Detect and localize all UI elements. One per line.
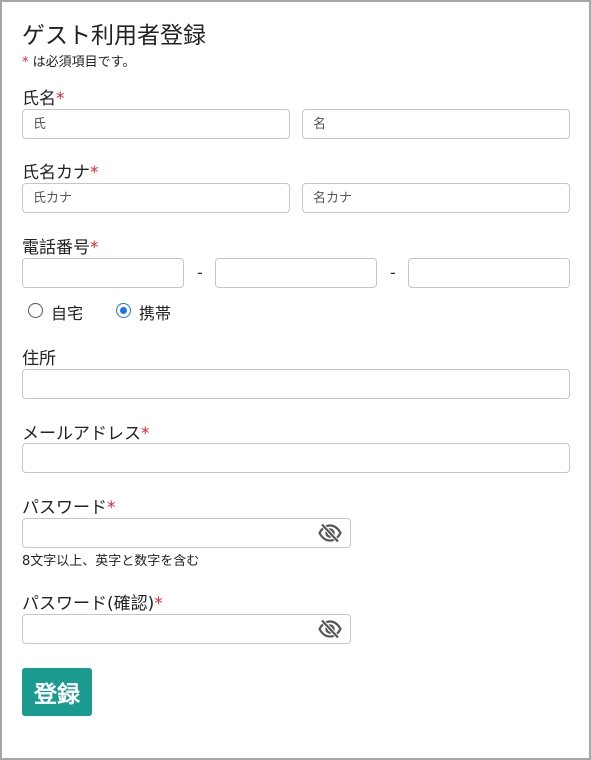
name-label-text: 氏名 [22, 89, 56, 109]
required-mark: * [154, 594, 163, 614]
password-input[interactable] [22, 518, 351, 548]
required-note: * は必須項目です。 [22, 51, 135, 70]
email-label: メールアドレス* [22, 419, 150, 444]
phone-part3-input[interactable] [408, 258, 570, 288]
phone-separator: - [197, 263, 203, 282]
phone-label: 電話番号* [22, 233, 99, 258]
required-mark: * [141, 424, 150, 444]
radio-home-label: 自宅 [51, 304, 84, 323]
kana-label-text: 氏名カナ [22, 163, 90, 183]
submit-button[interactable]: 登録 [22, 668, 92, 716]
page-title: ゲスト利用者登録 [22, 23, 206, 49]
password-confirm-label-text: パスワード(確認) [22, 594, 155, 614]
kana-label: 氏名カナ* [22, 158, 99, 183]
name-label: 氏名* [22, 84, 65, 109]
password-label: パスワード* [22, 493, 116, 518]
required-note-text: は必須項目です。 [32, 55, 136, 70]
password-confirm-input[interactable] [22, 614, 351, 644]
radio-mobile-label: 携帯 [139, 304, 172, 323]
eye-slash-icon[interactable] [317, 523, 343, 543]
address-input[interactable] [22, 369, 570, 399]
eye-slash-icon[interactable] [317, 619, 343, 639]
required-mark: * [22, 55, 29, 70]
phone-separator: - [390, 263, 396, 282]
required-mark: * [56, 89, 65, 109]
registration-form: ゲスト利用者登録 * は必須項目です。 氏名* 氏名カナ* 電話番号* - - … [0, 0, 591, 760]
required-mark: * [90, 163, 99, 183]
radio-home[interactable] [28, 303, 43, 318]
required-mark: * [107, 498, 116, 518]
password-label-text: パスワード [22, 498, 107, 518]
last-name-input[interactable] [22, 109, 290, 139]
last-name-kana-input[interactable] [22, 183, 290, 213]
radio-mobile[interactable] [116, 303, 131, 318]
first-name-input[interactable] [302, 109, 570, 139]
email-input[interactable] [22, 443, 570, 473]
email-label-text: メールアドレス [22, 424, 141, 444]
password-hint: 8文字以上、英字と数字を含む [22, 554, 200, 569]
phone-label-text: 電話番号 [22, 238, 90, 258]
phone-part2-input[interactable] [215, 258, 377, 288]
phone-part1-input[interactable] [22, 258, 184, 288]
password-confirm-label: パスワード(確認)* [22, 589, 163, 614]
first-name-kana-input[interactable] [302, 183, 570, 213]
required-mark: * [90, 238, 99, 258]
address-label: 住所 [22, 349, 56, 369]
